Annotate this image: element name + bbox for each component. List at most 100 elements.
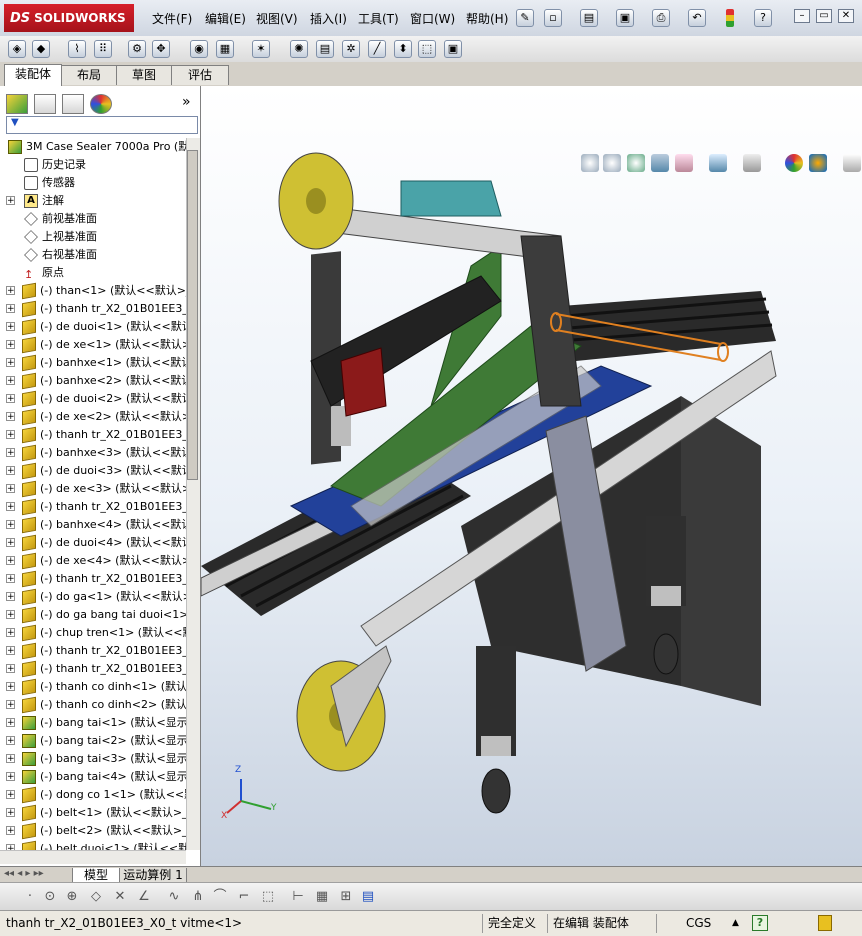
tree-node[interactable]: + (-) belt<1> (默认<<默认>_ <box>0 804 186 822</box>
tree-node[interactable]: + A 注解 <box>0 192 186 210</box>
help-icon[interactable]: ? <box>754 9 772 27</box>
tree-node[interactable]: + (-) dong co 1<1> (默认<<默 <box>0 786 186 804</box>
display-manager-tab-icon[interactable] <box>90 94 112 114</box>
tree-node[interactable]: + (-) thanh tr_X2_01B01EE3_X( <box>0 660 186 678</box>
tree-node[interactable]: + (-) de duoi<3> (默认<<默认 <box>0 462 186 480</box>
tree-node[interactable]: + (-) de xe<3> (默认<<默认>_ <box>0 480 186 498</box>
expand-toggle-icon[interactable]: + <box>6 646 15 656</box>
unit-system[interactable]: CGS <box>686 911 711 935</box>
tree-node[interactable]: + (-) de duoi<2> (默认<<默认 <box>0 390 186 408</box>
tree-node[interactable]: + (-) thanh tr_X2_01B01EE3_X( <box>0 642 186 660</box>
tree-node[interactable]: 传感器 <box>0 174 186 192</box>
undo-icon[interactable]: ↶ <box>688 9 706 27</box>
tree-filter[interactable]: ▼ <box>6 116 198 134</box>
menu-edit[interactable]: 编辑(E) <box>205 10 246 27</box>
expand-toggle-icon[interactable]: + <box>6 790 15 800</box>
tree-node[interactable]: + (-) belt<2> (默认<<默认>_ <box>0 822 186 840</box>
circle-icon[interactable]: ⊙ <box>42 889 58 905</box>
tree-node[interactable]: 右视基准面 <box>0 246 186 264</box>
polygon-icon[interactable]: ⊕ <box>64 889 80 905</box>
insert-component-icon[interactable]: ◈ <box>8 40 26 58</box>
point-icon[interactable]: · <box>22 889 38 905</box>
expand-toggle-icon[interactable]: + <box>6 322 15 332</box>
expand-toggle-icon[interactable]: + <box>6 682 15 692</box>
expand-toggle-icon[interactable]: + <box>6 196 15 206</box>
edit-appearance-icon[interactable] <box>785 154 803 172</box>
toggle-icon[interactable]: ▣ <box>444 40 462 58</box>
menu-window[interactable]: 窗口(W) <box>410 10 455 27</box>
tree-node[interactable]: + (-) de duoi<4> (默认<<默认 <box>0 534 186 552</box>
tab-layout[interactable]: 布局 <box>61 65 117 85</box>
menu-file[interactable]: 文件(F) <box>152 10 192 27</box>
open-folder-icon[interactable]: ▤ <box>580 9 598 27</box>
mate-icon[interactable]: ⌇ <box>68 40 86 58</box>
pin-icon[interactable]: ✎ <box>516 9 534 27</box>
property-manager-tab-icon[interactable] <box>34 94 56 114</box>
expand-toggle-icon[interactable]: + <box>6 808 15 818</box>
expand-toggle-icon[interactable]: + <box>6 448 15 458</box>
expand-toggle-icon[interactable]: + <box>6 592 15 602</box>
tag-icon[interactable] <box>818 915 832 931</box>
expand-toggle-icon[interactable]: + <box>6 628 15 638</box>
tree-node[interactable]: 上视基准面 <box>0 228 186 246</box>
expand-toggle-icon[interactable]: + <box>6 340 15 350</box>
tree-node[interactable]: + (-) do ga<1> (默认<<默认>_ <box>0 588 186 606</box>
tree-node[interactable]: + (-) bang tai<1> (默认<显示 <box>0 714 186 732</box>
tree-node[interactable]: + (-) banhxe<1> (默认<<默认 <box>0 354 186 372</box>
close-button[interactable]: ✕ <box>838 9 854 23</box>
expand-toggle-icon[interactable]: + <box>6 412 15 422</box>
restore-button[interactable]: ▭ <box>816 9 832 23</box>
expand-toggle-icon[interactable]: + <box>6 754 15 764</box>
spline-icon[interactable]: ∿ <box>166 889 182 905</box>
previous-view-icon[interactable] <box>627 154 645 172</box>
tab-model[interactable]: 模型 <box>72 868 120 883</box>
expand-toggle-icon[interactable]: + <box>6 574 15 584</box>
expand-toggle-icon[interactable]: + <box>6 718 15 728</box>
expand-toggle-icon[interactable]: + <box>6 376 15 386</box>
exploded-view-icon[interactable]: ✲ <box>342 40 360 58</box>
grid-icon[interactable]: ▦ <box>314 889 330 905</box>
tree-node[interactable]: + (-) bang tai<2> (默认<显示 <box>0 732 186 750</box>
menu-view[interactable]: 视图(V) <box>256 10 298 27</box>
solidworks-logo[interactable]: DS SOLIDWORKS <box>4 4 134 32</box>
expand-toggle-icon[interactable]: + <box>6 826 15 836</box>
expand-toggle-icon[interactable]: + <box>6 664 15 674</box>
bill-of-materials-icon[interactable]: ▤ <box>316 40 334 58</box>
explode-line-icon[interactable]: ╱ <box>368 40 386 58</box>
expand-toggle-icon[interactable]: + <box>6 502 15 512</box>
mirror-icon[interactable]: ⋔ <box>190 889 206 905</box>
zoom-to-fit-icon[interactable] <box>581 154 599 172</box>
expand-toggle-icon[interactable]: + <box>6 700 15 710</box>
expand-toggle-icon[interactable]: + <box>6 538 15 548</box>
section-view-icon[interactable] <box>651 154 669 172</box>
dimension-icon[interactable]: ⊢ <box>290 889 306 905</box>
expand-pane-icon[interactable]: » <box>182 94 191 110</box>
hide-show-items-icon[interactable] <box>743 154 761 172</box>
diamond-icon[interactable]: ◇ <box>88 889 104 905</box>
tree-node[interactable]: + (-) de duoi<1> (默认<<默认 <box>0 318 186 336</box>
tree-node[interactable]: ↥ 原点 <box>0 264 186 282</box>
tree-node[interactable]: + (-) banhxe<3> (默认<<默认 <box>0 444 186 462</box>
apply-scene-icon[interactable] <box>809 154 827 172</box>
expand-toggle-icon[interactable]: + <box>6 484 15 494</box>
tree-node[interactable]: + (-) chup tren<1> (默认<<默 <box>0 624 186 642</box>
convert-entities-icon[interactable]: ⬚ <box>260 889 276 905</box>
instant3d-icon[interactable]: ⬚ <box>418 40 436 58</box>
graphics-area[interactable]: Z Y X <box>201 86 862 866</box>
tree-node[interactable]: + (-) de xe<1> (默认<<默认>_ <box>0 336 186 354</box>
configuration-manager-tab-icon[interactable] <box>62 94 84 114</box>
tree-node[interactable]: 历史记录 <box>0 156 186 174</box>
tree-root[interactable]: 3M Case Sealer 7000a Pro (默认< <box>0 138 186 156</box>
view-settings-icon[interactable] <box>843 154 861 172</box>
expand-toggle-icon[interactable]: + <box>6 556 15 566</box>
expand-toggle-icon[interactable]: + <box>6 304 15 314</box>
reference-geometry-icon[interactable]: ✶ <box>252 40 270 58</box>
tree-horizontal-scrollbar[interactable] <box>0 850 186 864</box>
table-icon[interactable]: ▤ <box>360 889 376 905</box>
expand-toggle-icon[interactable]: + <box>6 736 15 746</box>
tree-node[interactable]: + (-) than<1> (默认<<默认>_ <box>0 282 186 300</box>
expand-toggle-icon[interactable]: + <box>6 394 15 404</box>
show-hidden-icon[interactable]: ◉ <box>190 40 208 58</box>
tab-scroll-arrows-icon[interactable]: ◂◂ ◂ ▸ ▸▸ <box>4 868 44 879</box>
interference-icon[interactable]: ⬍ <box>394 40 412 58</box>
